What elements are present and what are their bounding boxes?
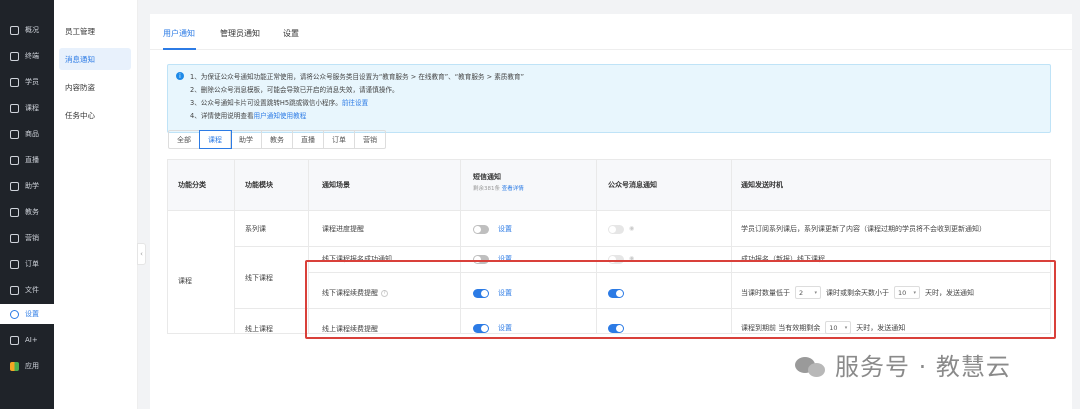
nav-item-label: 应用: [25, 362, 39, 370]
nav-item-settings[interactable]: 设置: [0, 304, 54, 324]
notice-line-1: 1、为保证公众号通知功能正常使用，请将公众号服务类目设置为“教育服务 > 在线教…: [190, 73, 525, 81]
nav-item-courses[interactable]: 课程: [0, 98, 54, 118]
main-nav: 概况 终端 学员 课程 商品 直播 助学 教务 营销 订单 文件 设置 AI+ …: [0, 0, 54, 409]
nav-item-apps[interactable]: 应用: [0, 356, 54, 376]
ai-icon: [10, 335, 19, 345]
marketing-icon: [10, 233, 19, 243]
notice-line-2: 2、删除公众号消息模板，可能会导致已开启的消息失效，请谨慎操作。: [190, 86, 399, 94]
nav-item-label: 设置: [25, 310, 39, 318]
nav-item-label: 助学: [25, 182, 39, 190]
course-icon: [10, 103, 19, 113]
header-sms: 短信通知: [473, 173, 501, 181]
module-cell: 线上课程: [245, 325, 273, 333]
header-timing: 通知发送时机: [741, 181, 783, 189]
folder-icon: [10, 285, 19, 295]
module-cell: 系列课: [245, 225, 266, 233]
tab-bar: 用户通知 管理员通知 设置: [150, 14, 1072, 50]
nav-item-academic[interactable]: 教务: [0, 202, 54, 222]
filter-live[interactable]: 直播: [293, 131, 324, 148]
nav-item-label: 文件: [25, 286, 39, 294]
sms-toggle[interactable]: [473, 225, 489, 234]
apps-icon: [10, 361, 19, 371]
nav-item-ai[interactable]: AI+: [0, 330, 54, 350]
book-icon: [10, 207, 19, 217]
filter-study[interactable]: 助学: [231, 131, 262, 148]
subnav-item-staff[interactable]: 员工管理: [59, 20, 131, 42]
nav-item-label: 课程: [25, 104, 39, 112]
chevron-left-icon: ‹: [140, 250, 143, 258]
nav-item-label: 终端: [25, 52, 39, 60]
nav-item-study[interactable]: 助学: [0, 176, 54, 196]
wechat-logo-icon: [795, 351, 827, 379]
users-icon: [10, 77, 19, 87]
filter-course[interactable]: 课程: [199, 130, 232, 149]
sms-settings-link[interactable]: 设置: [498, 224, 512, 234]
sms-quota: 剩余381条 查看详情: [473, 184, 524, 192]
table-header: 功能分类 功能模块 通知场景 短信通知 剩余381条 查看详情 公众号消息通知 …: [168, 160, 1050, 211]
wechat-toggle[interactable]: [608, 225, 624, 234]
go-settings-link[interactable]: 前往设置: [342, 99, 368, 107]
scene-cell: 课程进度提醒: [322, 225, 364, 233]
module-cell: 线下课程: [245, 274, 273, 282]
watermark: 服务号 · 教慧云: [795, 347, 1011, 382]
nav-item-live[interactable]: 直播: [0, 150, 54, 170]
nav-item-marketing[interactable]: 营销: [0, 228, 54, 248]
subnav-item-anti-theft[interactable]: 内容防盗: [59, 76, 131, 98]
header-module: 功能模块: [245, 181, 273, 189]
category-cell: 课程: [178, 277, 192, 285]
nav-item-label: 教务: [25, 208, 39, 216]
nav-item-label: 学员: [25, 78, 39, 86]
filter-orders[interactable]: 订单: [324, 131, 355, 148]
notice-banner: i 1、为保证公众号通知功能正常使用，请将公众号服务类目设置为“教育服务 > 在…: [167, 64, 1051, 133]
collapse-sidebar-button[interactable]: ‹: [137, 243, 146, 265]
nav-item-label: 商品: [25, 130, 39, 138]
subnav-item-tasks[interactable]: 任务中心: [59, 104, 131, 126]
sub-nav: 员工管理 消息通知 内容防盗 任务中心: [54, 0, 138, 409]
tab-settings[interactable]: 设置: [283, 28, 299, 39]
grid-icon: [10, 25, 19, 35]
nav-item-files[interactable]: 文件: [0, 280, 54, 300]
notice-line-4-text: 4、详情使用说明查看: [190, 112, 254, 120]
category-filter: 全部 课程 助学 教务 直播 订单 营销: [168, 130, 386, 149]
bag-icon: [10, 129, 19, 139]
header-wechat: 公众号消息通知: [608, 181, 657, 189]
nav-item-students[interactable]: 学员: [0, 72, 54, 92]
header-category: 功能分类: [178, 181, 206, 189]
nav-item-label: 营销: [25, 234, 39, 242]
monitor-icon: [10, 51, 19, 61]
filter-marketing[interactable]: 营销: [355, 131, 385, 148]
info-icon: i: [176, 72, 184, 80]
active-tab-indicator: [163, 48, 196, 50]
notice-line-3: 3、公众号通知卡片可设置跳转H5跳或微信小程序。前往设置: [190, 97, 368, 107]
watermark-text: 服务号 · 教慧云: [835, 353, 1011, 381]
nav-item-terminal[interactable]: 终端: [0, 46, 54, 66]
header-scene: 通知场景: [322, 181, 350, 189]
order-icon: [10, 259, 19, 269]
live-icon: [10, 155, 19, 165]
eye-icon[interactable]: ◉: [629, 225, 634, 232]
nav-item-label: 概况: [25, 26, 39, 34]
subnav-item-notifications[interactable]: 消息通知: [59, 48, 131, 70]
row-divider: [234, 246, 1050, 247]
notice-line-4: 4、详情使用说明查看用户通知使用教程: [190, 110, 306, 120]
nav-item-products[interactable]: 商品: [0, 124, 54, 144]
nav-item-orders[interactable]: 订单: [0, 254, 54, 274]
filter-all[interactable]: 全部: [169, 131, 200, 148]
settings-icon: [10, 309, 19, 319]
nav-item-label: 直播: [25, 156, 39, 164]
highlight-box: [305, 260, 1056, 339]
tab-user-notifications[interactable]: 用户通知: [163, 28, 195, 39]
tutorial-link[interactable]: 用户通知使用教程: [254, 112, 307, 120]
nav-item-label: AI+: [25, 336, 38, 344]
tab-admin-notifications[interactable]: 管理员通知: [220, 28, 260, 39]
study-icon: [10, 181, 19, 191]
filter-academic[interactable]: 教务: [262, 131, 293, 148]
sms-remaining: 剩余381条: [473, 186, 500, 192]
sms-details-link[interactable]: 查看详情: [502, 186, 524, 192]
timing-cell: 学员订阅系列课后，系列课更新了内容（课程过期的学员将不会收到更新通知）: [741, 225, 986, 233]
nav-item-label: 订单: [25, 260, 39, 268]
notice-line-3-text: 3、公众号通知卡片可设置跳转H5跳或微信小程序。: [190, 99, 342, 107]
nav-item-overview[interactable]: 概况: [0, 20, 54, 40]
